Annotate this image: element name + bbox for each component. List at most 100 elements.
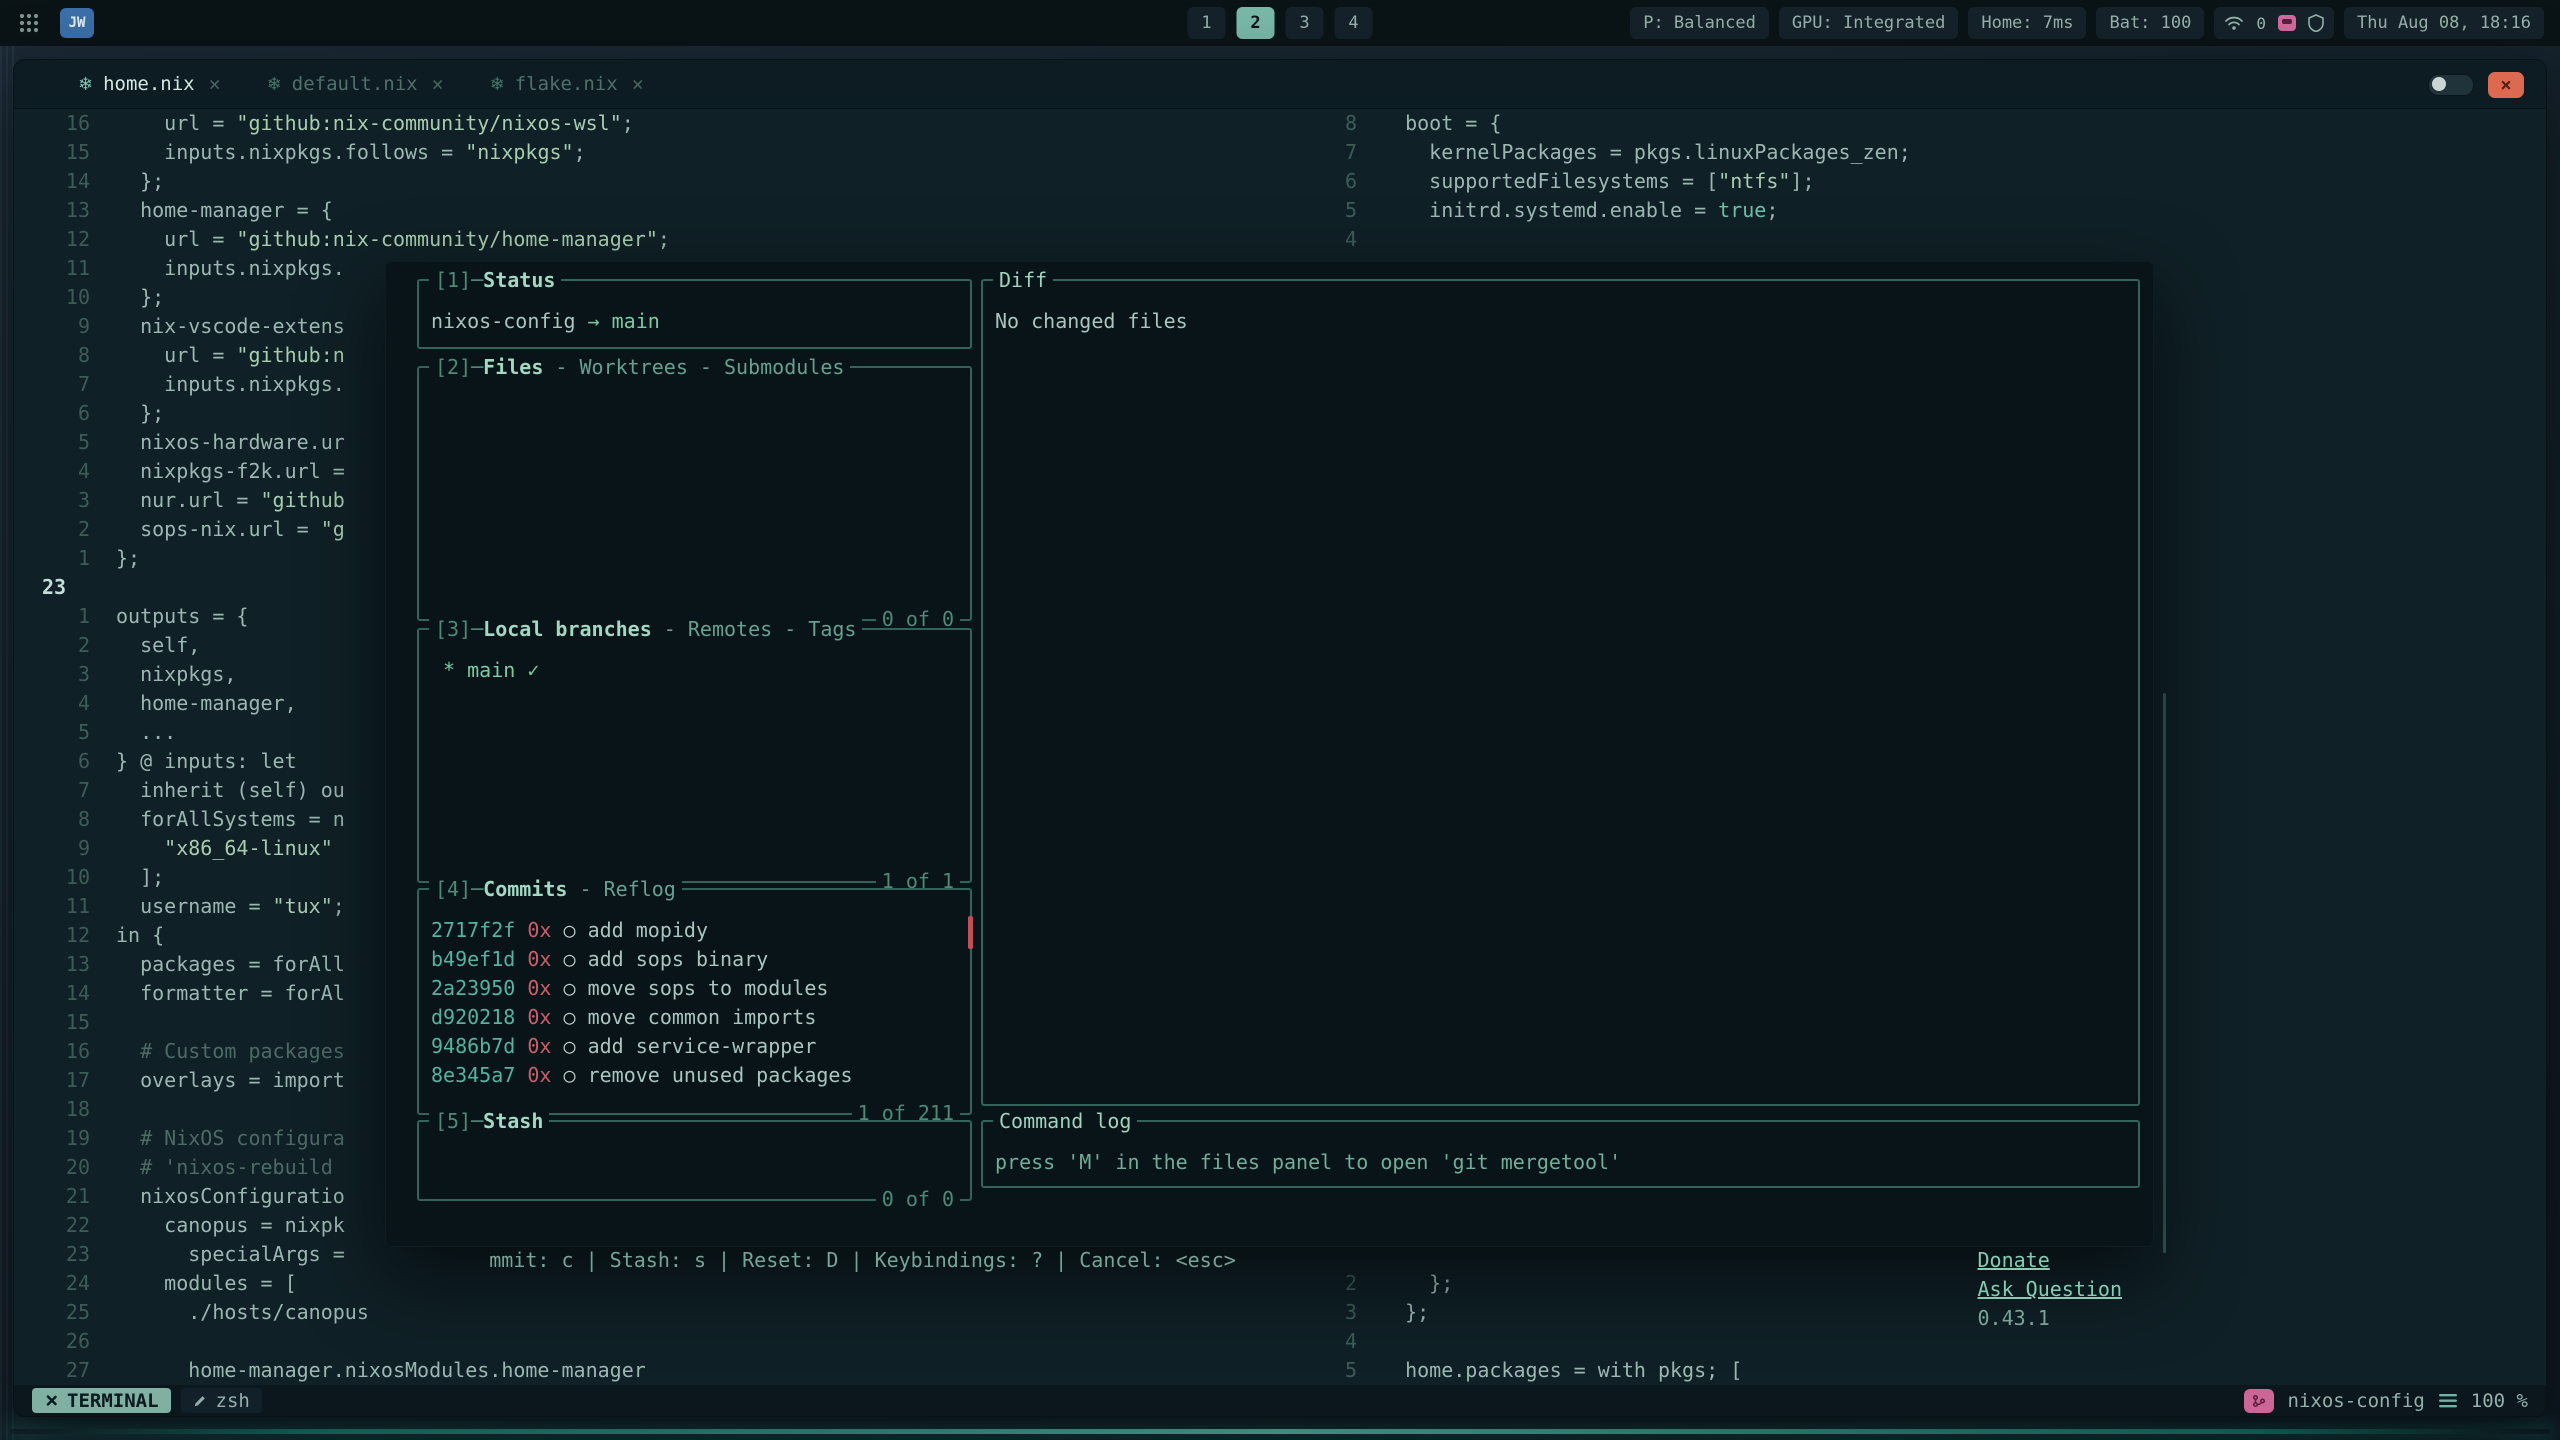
line-number: 1 xyxy=(14,602,90,631)
line-text: in { xyxy=(116,921,164,950)
lazygit-status-panel[interactable]: [1]Status nixos-config → main xyxy=(417,279,972,349)
tab-close-icon[interactable]: × xyxy=(209,72,221,96)
lazygit-stash-panel[interactable]: [5]Stash 0 of 0 xyxy=(417,1120,972,1201)
code-line[interactable]: 5 home.packages = with pkgs; [ xyxy=(1331,1356,1742,1385)
line-number: 3 xyxy=(14,486,90,515)
mode-label: TERMINAL xyxy=(67,1390,159,1412)
workspace-switcher: 1 2 3 4 xyxy=(1188,7,1373,39)
line-text: }; xyxy=(1381,1298,1429,1327)
lazygit-diff-panel[interactable]: Diff No changed files xyxy=(981,279,2140,1106)
commits-scrollbar-thumb[interactable] xyxy=(968,916,973,949)
code-line[interactable]: 6 supportedFilesystems = ["ntfs"]; xyxy=(1331,167,1815,196)
shell-indicator[interactable]: zsh xyxy=(181,1388,262,1413)
donate-link[interactable]: Donate xyxy=(1978,1248,2050,1272)
line-number: 20 xyxy=(14,1153,90,1182)
line-number: 4 xyxy=(1331,225,1357,254)
lazygit-command-log-panel[interactable]: Command log press 'M' in the files panel… xyxy=(981,1120,2140,1188)
branches-panel-title: [3]Local branches - Remotes - Tags xyxy=(429,615,862,644)
code-line[interactable]: 4 xyxy=(1331,1327,1381,1356)
code-line[interactable]: 8 boot = { xyxy=(1331,109,1501,138)
lazygit-footer-links: Donate Ask Question 0.43.1 xyxy=(1881,1217,2140,1362)
line-text: ./hosts/canopus xyxy=(116,1298,369,1327)
line-text: url = "github:nix-community/home-manager… xyxy=(116,225,670,254)
repo-label[interactable]: nixos-config xyxy=(2288,1390,2425,1412)
line-text: }; xyxy=(116,544,140,573)
tab-default-nix[interactable]: ❄ default.nix × xyxy=(267,72,444,96)
commit-row[interactable]: 2717f2f 0x ○ add mopidy xyxy=(431,916,958,945)
line-text: inherit (self) ou xyxy=(116,776,345,805)
tab-flake-nix[interactable]: ❄ flake.nix × xyxy=(490,72,644,96)
lazygit-branches-panel[interactable]: [3]Local branches - Remotes - Tags * mai… xyxy=(417,628,972,883)
wallpaper-streaks xyxy=(0,46,14,1440)
wallpaper-glow xyxy=(10,1429,2550,1434)
line-number: 1 xyxy=(14,544,90,573)
commit-row[interactable]: 8e345a7 0x ○ remove unused packages xyxy=(431,1061,958,1090)
code-line[interactable]: 4 xyxy=(1331,225,1381,254)
ask-question-link[interactable]: Ask Question xyxy=(1978,1277,2123,1301)
ping-indicator[interactable]: Home: 7ms xyxy=(1968,7,2086,39)
line-number: 6 xyxy=(14,399,90,428)
window-close-button[interactable]: × xyxy=(2488,72,2524,98)
pin-toggle[interactable] xyxy=(2428,74,2474,96)
line-number: 2 xyxy=(1331,1269,1357,1298)
line-number: 17 xyxy=(14,1066,90,1095)
code-line[interactable]: 3 }; xyxy=(1331,1298,1429,1327)
workspace-2[interactable]: 2 xyxy=(1237,7,1275,39)
line-text: boot = { xyxy=(1381,109,1501,138)
power-profile-indicator[interactable]: P: Balanced xyxy=(1630,7,1769,39)
screenshare-icon[interactable] xyxy=(2278,15,2296,31)
line-number: 2 xyxy=(14,631,90,660)
editor-scrollbar[interactable] xyxy=(2163,693,2166,1253)
tab-bar: ❄ home.nix × ❄ default.nix × ❄ flake.nix… xyxy=(14,60,2546,109)
line-text: } @ inputs: let xyxy=(116,747,297,776)
commit-row[interactable]: 9486b7d 0x ○ add service-wrapper xyxy=(431,1032,958,1061)
line-number: 9 xyxy=(14,312,90,341)
line-text: modules = [ xyxy=(116,1269,297,1298)
code-line[interactable]: 5 initrd.systemd.enable = true; xyxy=(1331,196,1778,225)
pencil-icon xyxy=(193,1394,207,1408)
gpu-indicator[interactable]: GPU: Integrated xyxy=(1779,7,1959,39)
topbar-status-cluster: P: Balanced GPU: Integrated Home: 7ms Ba… xyxy=(1630,7,2544,39)
workspace-1[interactable]: 1 xyxy=(1188,7,1226,39)
files-panel-title: [2]Files - Worktrees - Submodules xyxy=(429,353,850,382)
line-number: 27 xyxy=(14,1356,90,1385)
workspace-4[interactable]: 4 xyxy=(1335,7,1373,39)
line-number: 13 xyxy=(14,950,90,979)
code-line[interactable]: 2 }; xyxy=(1331,1269,1453,1298)
line-number: 25 xyxy=(14,1298,90,1327)
command-log-content: press 'M' in the files panel to open 'gi… xyxy=(983,1122,2138,1181)
notification-count[interactable]: 0 xyxy=(2256,14,2266,33)
line-number: 19 xyxy=(14,1124,90,1153)
stash-count: 0 of 0 xyxy=(876,1185,960,1214)
line-text: # 'nixos-rebuild xyxy=(116,1153,333,1182)
commit-row[interactable]: d920218 0x ○ move common imports xyxy=(431,1003,958,1032)
shield-icon[interactable] xyxy=(2308,14,2324,32)
line-number: 9 xyxy=(14,834,90,863)
code-line[interactable]: 7 kernelPackages = pkgs.linuxPackages_ze… xyxy=(1331,138,1911,167)
commit-row[interactable]: b49ef1d 0x ○ add sops binary xyxy=(431,945,958,974)
wifi-icon[interactable] xyxy=(2224,15,2244,31)
nix-snowflake-icon: ❄ xyxy=(490,74,505,95)
line-number: 5 xyxy=(14,718,90,747)
window-controls: × xyxy=(2428,72,2524,98)
lazygit-commits-panel[interactable]: [4]Commits - Reflog 2717f2f 0x ○ add mop… xyxy=(417,888,972,1115)
line-text: url = "github:n xyxy=(116,341,345,370)
tab-home-nix[interactable]: ❄ home.nix × xyxy=(78,72,221,96)
tab-close-icon[interactable]: × xyxy=(632,72,644,96)
line-number: 15 xyxy=(14,138,90,167)
battery-indicator[interactable]: Bat: 100 xyxy=(2096,7,2204,39)
line-text: initrd.systemd.enable = true; xyxy=(1381,196,1778,225)
line-text: sops-nix.url = "g xyxy=(116,515,345,544)
clock[interactable]: Thu Aug 08, 18:16 xyxy=(2344,7,2544,39)
line-text: ]; xyxy=(116,863,164,892)
app-launcher-icon[interactable] xyxy=(16,10,42,36)
commit-row[interactable]: 2a23950 0x ○ move sops to modules xyxy=(431,974,958,1003)
line-number: 23 xyxy=(14,1240,90,1269)
line-text: # NixOS configura xyxy=(116,1124,345,1153)
line-number: 4 xyxy=(1331,1327,1357,1356)
tab-close-icon[interactable]: × xyxy=(432,72,444,96)
repo-name: nixos-config xyxy=(431,309,576,333)
workspace-3[interactable]: 3 xyxy=(1286,7,1324,39)
logo-badge[interactable]: JW xyxy=(60,8,94,38)
lazygit-files-panel[interactable]: [2]Files - Worktrees - Submodules 0 of 0 xyxy=(417,366,972,621)
